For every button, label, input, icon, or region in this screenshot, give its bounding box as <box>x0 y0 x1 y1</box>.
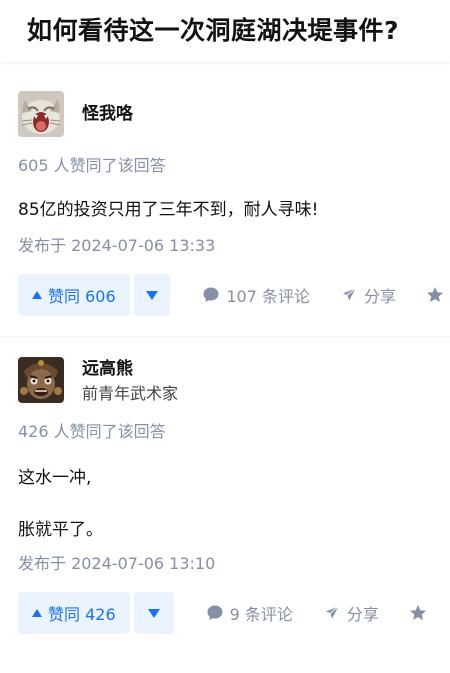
share-button[interactable]: 分享 <box>323 601 379 625</box>
answer-card: 远高熊 前青年武术家 426 人赞同了该回答 这水一冲, 胀就平了。 发布于 2… <box>0 337 450 634</box>
author-name[interactable]: 怪我咯 <box>82 102 133 126</box>
comments-label: 9 条评论 <box>229 605 293 624</box>
question-title[interactable]: 如何看待这一次洞庭湖决堤事件? <box>27 15 450 47</box>
comment-bubble-icon <box>207 605 223 620</box>
share-label: 分享 <box>363 287 396 306</box>
triangle-down-icon <box>147 608 160 618</box>
vote-down-button[interactable] <box>133 274 171 316</box>
triangle-up-icon <box>32 609 42 617</box>
star-icon <box>409 605 426 620</box>
vote-summary: 605 人赞同了该回答 <box>18 156 166 175</box>
author-bio: 前青年武术家 <box>82 384 179 403</box>
answer-card: 怪我咯 605 人赞同了该回答 85亿的投资只用了三年不到，耐人寻味! 发布于 … <box>0 62 450 336</box>
paper-plane-icon <box>323 604 341 622</box>
comment-bubble-icon <box>203 287 219 302</box>
comments-button[interactable]: 9 条评论 <box>206 601 293 625</box>
answer-content: 85亿的投资只用了三年不到，耐人寻味! <box>18 197 450 223</box>
comments-label: 107 条评论 <box>226 287 310 306</box>
author-row: 怪我咯 <box>18 91 450 139</box>
answer-paragraph: 胀就平了。 <box>18 520 103 540</box>
share-label: 分享 <box>346 605 379 624</box>
vote-up-button[interactable]: 赞同 606 <box>18 274 130 316</box>
triangle-up-icon <box>32 291 42 299</box>
answer-content: 这水一冲, 胀就平了。 <box>18 465 450 543</box>
vote-down-button[interactable] <box>133 592 174 634</box>
cat-avatar[interactable] <box>18 91 64 137</box>
comments-button[interactable]: 107 条评论 <box>202 283 310 307</box>
author-name[interactable]: 远高熊 <box>82 357 178 381</box>
paper-plane-icon <box>340 286 358 304</box>
publish-time[interactable]: 发布于 2024-07-06 13:10 <box>18 553 450 575</box>
favorite-button[interactable] <box>409 604 433 622</box>
warrior-statue-avatar[interactable] <box>18 357 64 403</box>
vote-up-button[interactable]: 赞同 426 <box>18 592 130 634</box>
answer-paragraph: 这水一冲, <box>18 468 92 488</box>
share-button[interactable]: 分享 <box>340 283 396 307</box>
vote-summary: 426 人赞同了该回答 <box>18 422 166 441</box>
vote-up-label: 赞同 426 <box>48 605 116 624</box>
publish-time[interactable]: 发布于 2024-07-06 13:33 <box>18 235 450 257</box>
answer-paragraph: 85亿的投资只用了三年不到，耐人寻味! <box>18 200 319 220</box>
action-bar: 赞同 426 9 条评论 分享 <box>18 592 450 634</box>
author-row: 远高熊 前青年武术家 <box>18 357 450 405</box>
more-button[interactable] <box>426 286 450 304</box>
star-icon <box>427 287 443 302</box>
vote-up-label: 赞同 606 <box>48 287 116 306</box>
question-header: 如何看待这一次洞庭湖决堤事件? <box>0 0 450 62</box>
action-bar: 赞同 606 107 条评论 分享 <box>18 274 450 316</box>
triangle-down-icon <box>145 290 158 300</box>
